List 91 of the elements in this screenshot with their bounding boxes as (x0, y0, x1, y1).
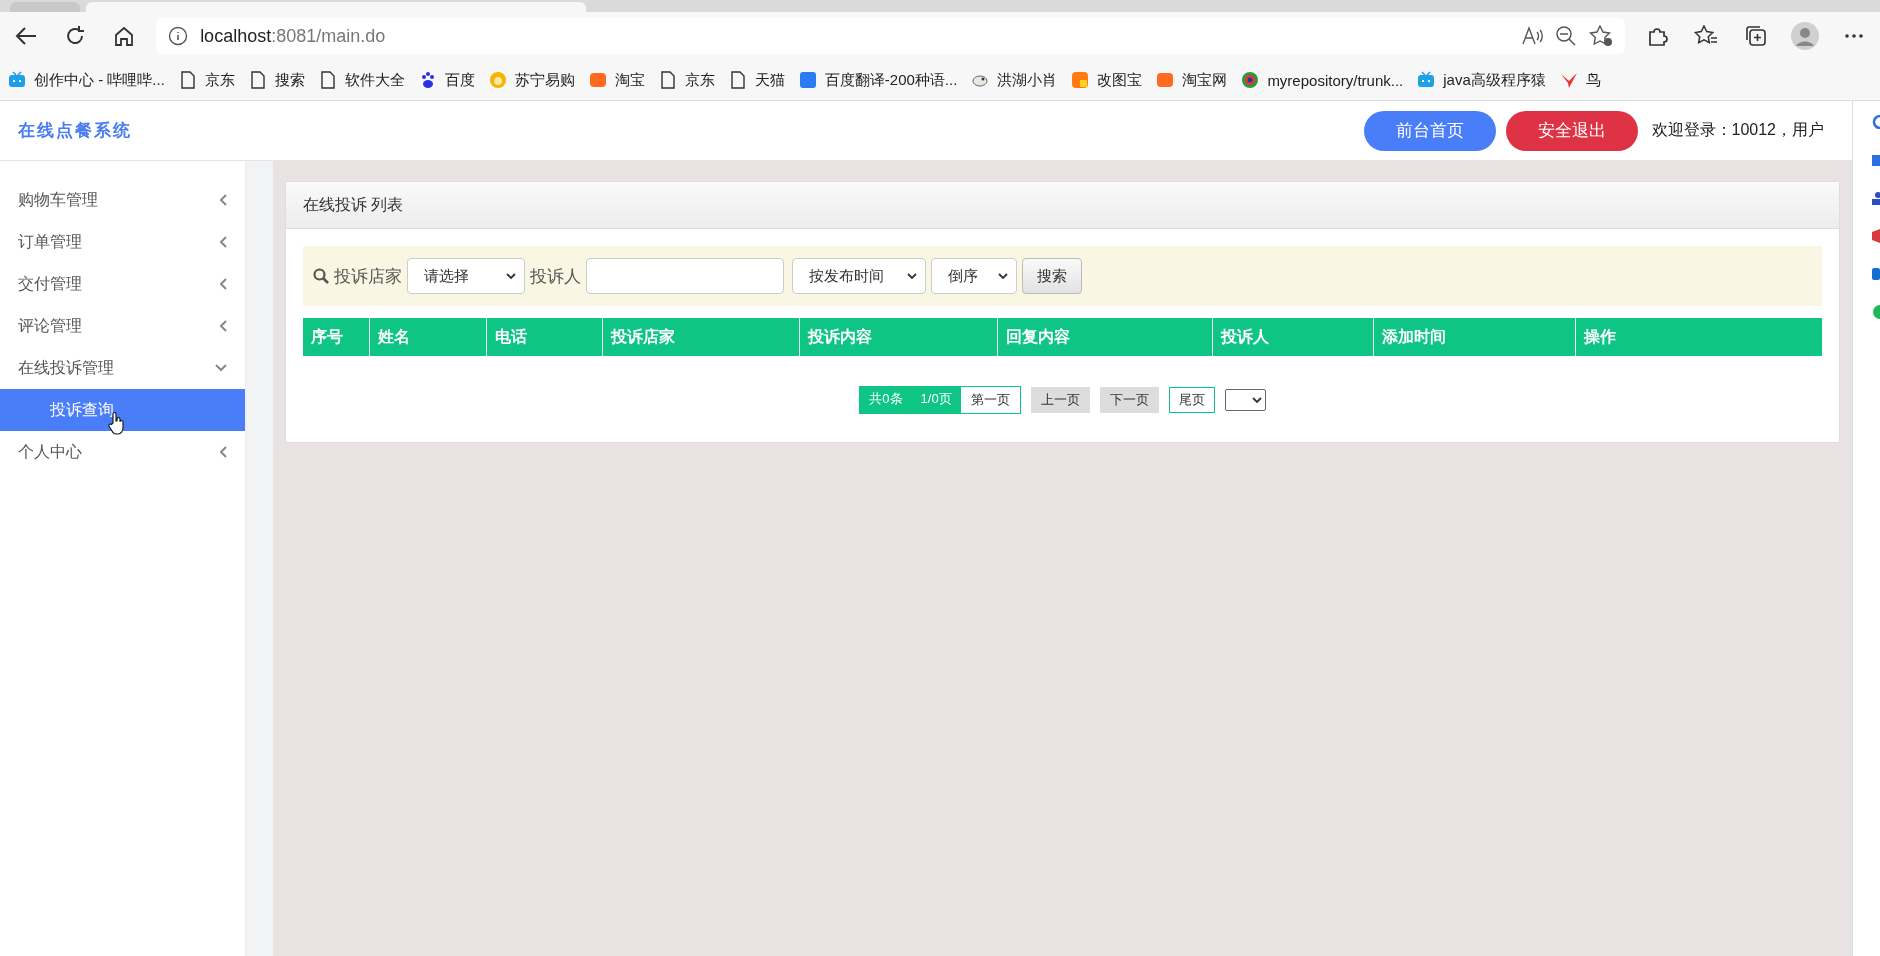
bookmark-link[interactable]: 创作中心 - 哔哩哔... (8, 70, 165, 90)
url-text: localhost:8081/main.do (200, 25, 387, 47)
bookmark-link[interactable]: 苏宁易购 (488, 70, 575, 90)
chevron-left-icon (219, 278, 227, 290)
column-header: 投诉店家 (601, 318, 800, 356)
header-button[interactable]: 安全退出 (1505, 110, 1638, 151)
tv-icon (8, 71, 26, 89)
app-title: 在线点餐系统 (18, 120, 133, 142)
bookmark-link[interactable]: java高级程序猿 (1417, 70, 1546, 90)
filter-label: 投诉人 (530, 265, 581, 288)
filter-label: 投诉店家 (334, 265, 402, 288)
chevron-left-icon (219, 446, 227, 458)
bookmark-link[interactable]: 百度 (418, 70, 475, 90)
globe-icon (1241, 71, 1260, 89)
add-favorite-icon[interactable] (1589, 25, 1614, 47)
sidebar-item[interactable]: 订单管理 (0, 221, 245, 263)
taobao-logo-icon (588, 71, 607, 89)
header-button[interactable]: 前台首页 (1363, 110, 1496, 151)
input-field[interactable] (586, 258, 784, 294)
column-header: 操作 (1575, 318, 1822, 356)
bookmark-link[interactable]: 洪湖小肖 (971, 70, 1058, 90)
last-page-link[interactable]: 尾页 (1168, 387, 1215, 413)
sidebar-app-icon[interactable] (1872, 191, 1880, 205)
tv-icon (1417, 71, 1436, 89)
app-logo-icon (1071, 71, 1090, 89)
page-icon (728, 71, 747, 89)
more-icon (1844, 33, 1865, 39)
chevron-left-icon (219, 236, 227, 248)
card-title: 在线投诉 列表 (286, 182, 1839, 229)
reload-icon (64, 25, 87, 47)
back-arrow-icon (14, 26, 37, 46)
column-header: 电话 (485, 318, 602, 356)
column-header: 添加时间 (1372, 318, 1576, 356)
welcome-text: 欢迎登录：10012，用户 (1651, 120, 1824, 140)
sidebar-app-icon[interactable] (1872, 229, 1880, 243)
page-icon (178, 71, 197, 89)
search-button[interactable]: 搜索 (1022, 258, 1082, 294)
address-bar[interactable]: localhost:8081/main.do (156, 18, 1626, 54)
sidebar-app-icon[interactable] (1872, 267, 1880, 281)
chevron-down-icon (215, 364, 227, 372)
bookmark-link[interactable]: 天猫 (728, 70, 785, 90)
sidebar-app-icon[interactable] (1872, 153, 1880, 167)
star-list-icon (1694, 25, 1719, 47)
order-select[interactable]: 倒序 (931, 258, 1017, 294)
sidebar-app-icon[interactable] (1872, 115, 1880, 129)
page-count: 1/0页 (911, 387, 961, 413)
bookmark-link[interactable]: 鸟 (1559, 70, 1601, 90)
page-select[interactable] (1224, 389, 1266, 411)
sidebar-item[interactable]: 评论管理 (0, 305, 245, 347)
total-count: 共0条 (860, 387, 912, 413)
bookmark-link[interactable]: 改图宝 (1071, 70, 1143, 90)
sidebar-item[interactable]: 交付管理 (0, 263, 245, 305)
bookmark-link[interactable]: myrepository/trunk... (1241, 71, 1404, 89)
sidebar-item[interactable]: 购物车管理 (0, 179, 245, 221)
column-header: 投诉人 (1211, 318, 1373, 356)
caret-icon (998, 272, 1008, 280)
column-header: 投诉内容 (799, 318, 998, 356)
sort-select[interactable]: 按发布时间 (792, 258, 926, 294)
sidebar-item[interactable]: 个人中心 (0, 431, 245, 473)
prev-page-link[interactable]: 上一页 (1030, 387, 1090, 413)
column-header: 序号 (310, 326, 344, 347)
column-header: 姓名 (368, 318, 486, 356)
sidebar-item[interactable]: 在线投诉管理 (0, 347, 245, 389)
avatar-icon (1790, 22, 1819, 50)
home-icon (113, 25, 136, 47)
read-aloud-icon[interactable] (1521, 26, 1544, 46)
column-header: 回复内容 (997, 318, 1212, 356)
zoom-out-icon[interactable] (1555, 25, 1578, 47)
chevron-left-icon (219, 320, 227, 332)
info-icon (168, 26, 189, 46)
bookmark-link[interactable]: 搜索 (248, 70, 305, 90)
bookmark-link[interactable]: 淘宝网 (1156, 70, 1228, 90)
caret-icon (506, 272, 516, 280)
page-icon (248, 71, 267, 89)
bookmark-link[interactable]: 京东 (178, 70, 235, 90)
next-page-link[interactable]: 下一页 (1099, 387, 1159, 413)
bookmark-link[interactable]: 百度翻译-200种语... (798, 70, 958, 90)
page-icon (658, 71, 677, 89)
chevron-left-icon (219, 194, 227, 206)
bookmark-link[interactable]: 软件大全 (318, 70, 405, 90)
sidebar-subitem[interactable]: 投诉查询 (0, 389, 245, 431)
translate-logo-icon (798, 71, 817, 89)
bookmark-link[interactable]: 淘宝 (588, 70, 645, 90)
caret-icon (907, 272, 917, 280)
bookmark-link[interactable]: 京东 (658, 70, 715, 90)
collections-icon (1744, 25, 1767, 47)
taobao-logo-icon (1156, 71, 1175, 89)
search-icon (313, 268, 329, 284)
page-icon (318, 71, 337, 89)
store-select[interactable]: 请选择 (407, 258, 525, 294)
caret-icon (1251, 396, 1262, 404)
